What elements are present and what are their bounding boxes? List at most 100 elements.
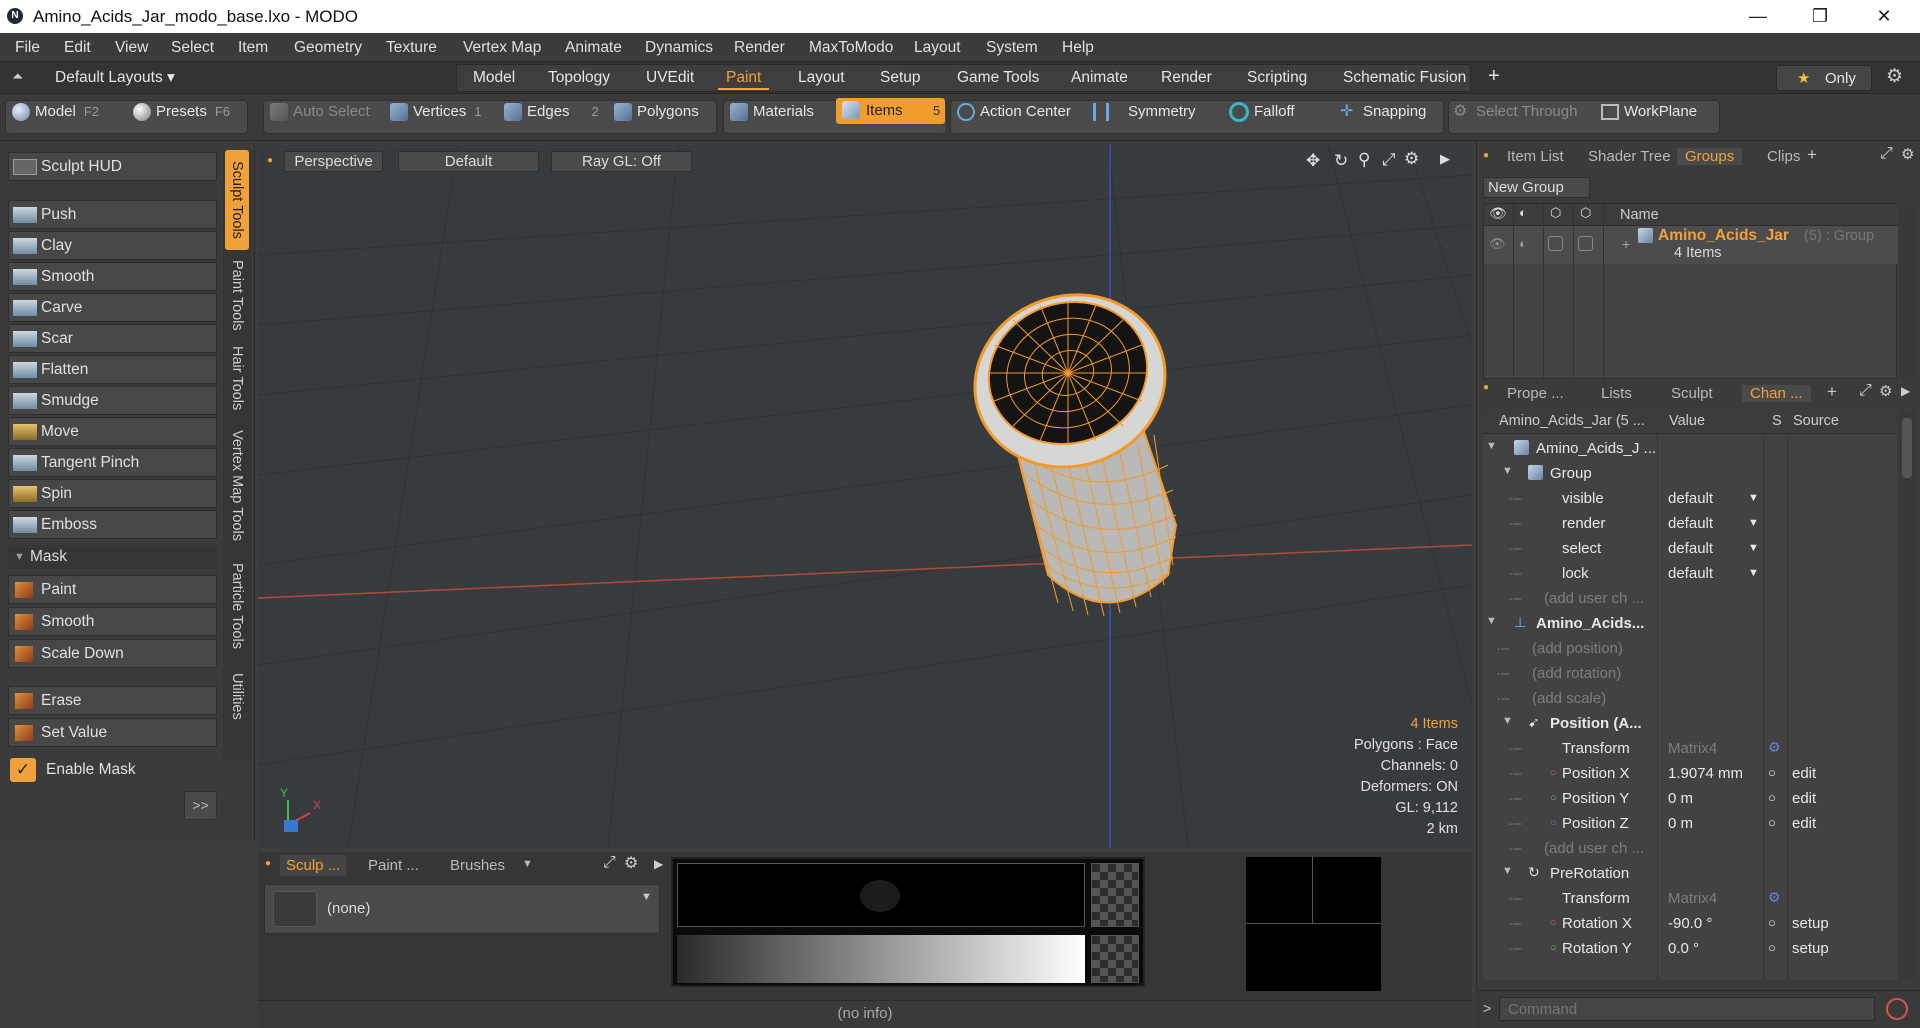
tab-properties[interactable]: Prope ... [1507,385,1564,402]
tool-clay[interactable]: Clay [8,231,217,260]
jar-mesh[interactable] [952,270,1187,617]
items-button[interactable]: Items 5 [836,98,945,124]
channel-row[interactable]: ▼ Amino_Acids_J ... [1482,436,1896,461]
channel-row[interactable]: ·– lock default ▼ [1482,561,1896,586]
gear-icon[interactable]: ⚙ [1879,382,1892,400]
render-icon[interactable]: ◐ [1519,205,1527,220]
expand-icon[interactable]: ⤢ [1880,145,1893,163]
state-circle-icon[interactable]: ○ [1768,765,1776,780]
shading-dropdown[interactable]: Default [398,151,539,172]
new-group-button[interactable]: New Group [1483,177,1590,198]
channel-value[interactable]: -90.0 ° [1668,915,1712,932]
brush-preset-dropdown[interactable]: (none) ▼ [264,884,660,934]
dropdown-arrow-icon[interactable]: ▼ [1748,567,1759,579]
link-gear-icon[interactable]: ⚙ [1768,739,1781,756]
dropdown-arrow-icon[interactable]: ▼ [1748,492,1759,504]
tab-sculpt[interactable]: Sculpt [1671,385,1713,402]
tab-scripting[interactable]: Scripting [1239,65,1315,90]
tab-clips[interactable]: Clips [1767,148,1800,165]
tab-model[interactable]: Model [465,65,523,90]
vtab-utilities[interactable]: Utilities [225,662,249,730]
tab-animate[interactable]: Animate [1063,65,1136,90]
rotate-icon[interactable]: ↻ [1334,151,1348,171]
menu-render[interactable]: Render [734,39,785,57]
3d-viewport[interactable]: Y X ● Perspective Default Ray GL: Off ✥ … [258,145,1472,848]
tool-carve[interactable]: Carve [8,293,217,322]
visibility-eye-icon[interactable]: 👁 [1489,205,1507,222]
channel-value[interactable]: default [1668,490,1713,507]
model-button[interactable]: Model F2 [12,101,99,123]
falloff-button[interactable]: Falloff [1229,101,1295,123]
add-user-channel[interactable]: (add user ch ... [1544,590,1644,607]
channel-row[interactable]: ·– (add user ch ... [1482,586,1896,611]
channel-row[interactable]: ·– ○ Rotation X -90.0 ° ○ setup [1482,911,1896,936]
menu-edit[interactable]: Edit [64,39,91,57]
menu-geometry[interactable]: Geometry [294,39,362,57]
vtab-hair-tools[interactable]: Hair Tools [225,340,249,416]
snapping-button[interactable]: ✛ Snapping [1340,101,1426,123]
channel-row[interactable]: ▼ ⊥ Amino_Acids... [1482,611,1896,636]
set-value-button[interactable]: Set Value [8,718,217,747]
dropdown-arrow-icon[interactable]: ▼ [1748,542,1759,554]
channel-value[interactable]: 0.0 ° [1668,940,1699,957]
channel-value[interactable]: 0 m [1668,790,1693,807]
menu-file[interactable]: File [15,39,40,57]
vtab-vertex-map-tools[interactable]: Vertex Map Tools [225,420,249,550]
gear-icon[interactable]: ⚙ [1901,145,1914,163]
vtab-particle-tools[interactable]: Particle Tools [225,554,249,658]
tab-topology[interactable]: Topology [540,65,618,90]
lock-shape-icon[interactable]: ⬡ [1550,205,1561,221]
tab-groups[interactable]: Groups [1677,148,1743,165]
tab-paint-brushes[interactable]: Paint ... [368,857,419,874]
link-gear-icon[interactable]: ⚙ [1768,889,1781,906]
tab-brushes[interactable]: Brushes [450,857,505,874]
menu-system[interactable]: System [986,39,1038,57]
channel-row[interactable]: ·– (add rotation) [1482,661,1896,686]
tab-sculpt-brushes[interactable]: Sculp ... [280,855,347,876]
tabs-dropdown-icon[interactable]: ▼ [522,858,533,870]
menu-animate[interactable]: Animate [565,39,622,57]
expand-icon[interactable]: ⤢ [1859,382,1872,400]
raygl-dropdown[interactable]: Ray GL: Off [551,151,692,172]
channel-row[interactable]: ·– ○ Rotation Y 0.0 ° ○ setup [1482,936,1896,961]
auto-select-button[interactable]: Auto Select [270,101,370,123]
tab-channels[interactable]: Chan ... [1742,385,1811,402]
channel-value[interactable]: default [1668,515,1713,532]
menu-maxtomodo[interactable]: MaxToModo [809,39,893,57]
menu-help[interactable]: Help [1062,39,1094,57]
view-type-dropdown[interactable]: Perspective [284,151,383,172]
menu-view[interactable]: View [115,39,148,57]
tab-lists[interactable]: Lists [1601,385,1632,402]
state-circle-icon[interactable]: ○ [1768,940,1776,955]
tab-render[interactable]: Render [1153,65,1220,90]
channel-row[interactable]: ·– (add user ch ... [1482,836,1896,861]
command-input[interactable] [1499,997,1875,1021]
channel-row[interactable]: ·– Transform Matrix4 ⚙ [1482,736,1896,761]
materials-button[interactable]: Materials [730,101,814,123]
mask-tool-scale-down[interactable]: Scale Down [8,639,217,668]
panel-arrow-icon[interactable]: ▶ [1901,384,1910,398]
tab-schematic-fusion[interactable]: Schematic Fusion [1335,65,1474,90]
fit-icon[interactable]: ⤢ [1382,150,1396,170]
expand-arrow-icon[interactable]: ▼ [1502,465,1513,477]
expand-arrow-icon[interactable]: ▼ [1502,865,1513,877]
channel-value[interactable]: default [1668,540,1713,557]
expand-plus-icon[interactable]: + [1622,236,1630,252]
scrollbar-thumb[interactable] [1902,418,1912,478]
channel-row[interactable]: ·– render default ▼ [1482,511,1896,536]
menu-layout[interactable]: Layout [914,39,961,57]
tab-uvedit[interactable]: UVEdit [638,65,702,90]
select-shape-icon[interactable]: ⬡ [1580,205,1591,221]
add-scale[interactable]: (add scale) [1532,690,1606,707]
tool-smooth[interactable]: Smooth [8,262,217,291]
mask-tool-paint[interactable]: Paint [8,575,217,604]
channels-scrollbar[interactable] [1899,410,1915,980]
dropdown-arrow-icon[interactable]: ▼ [1748,517,1759,529]
state-circle-icon[interactable]: ○ [1768,915,1776,930]
tab-paint[interactable]: Paint [718,65,770,90]
vtab-sculpt-tools[interactable]: Sculpt Tools [225,150,249,250]
channel-row[interactable]: ·– Transform Matrix4 ⚙ [1482,886,1896,911]
tab-game-tools[interactable]: Game Tools [949,65,1047,90]
expand-arrow-icon[interactable]: ▼ [1486,440,1497,452]
channel-row[interactable]: ·– ○ Position X 1.9074 mm ○ edit [1482,761,1896,786]
